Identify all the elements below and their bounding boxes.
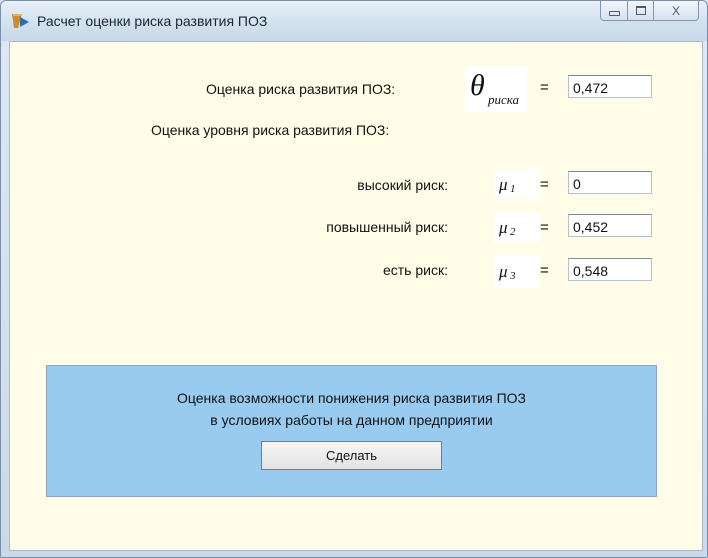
mu-subscript: 2 [510, 226, 516, 238]
maximize-button[interactable] [628, 1, 654, 21]
minimize-button[interactable] [600, 1, 628, 21]
theta-risk-symbol: θ риска [465, 66, 527, 112]
some-risk-label: есть риск: [382, 262, 448, 278]
level-heading: Оценка уровня риска развития ПОЗ: [151, 122, 390, 138]
mu3-symbol: μ 3 [494, 256, 540, 288]
equals-sign: = [540, 176, 549, 193]
panel-line-2: в условиях работы на данном предприятии [210, 412, 493, 428]
minimize-icon [608, 11, 620, 16]
maximize-icon [635, 6, 646, 15]
high-risk-value-field[interactable] [568, 171, 652, 194]
elevated-risk-value-field[interactable] [568, 214, 652, 237]
window-controls: X [600, 1, 699, 22]
mu-subscript: 3 [510, 270, 516, 282]
risk-reduction-panel: Оценка возможности понижения риска разви… [46, 365, 657, 497]
do-button[interactable]: Сделать [261, 441, 442, 470]
app-window: Расчет оценки риска развития ПОЗ X Оценк… [0, 0, 708, 558]
elevated-risk-label: повышенный риск: [326, 219, 448, 235]
mu2-symbol: μ 2 [494, 212, 540, 242]
theta-symbol: θ [470, 69, 485, 102]
mu-symbol: μ [499, 262, 508, 281]
equals-sign: = [540, 262, 549, 279]
risk-label: Оценка риска развития ПОЗ: [206, 81, 396, 97]
high-risk-label: высокий риск: [357, 177, 448, 193]
mu-symbol: μ [499, 175, 508, 194]
theta-subscript: риска [488, 92, 520, 107]
mu-symbol: μ [499, 218, 508, 237]
close-icon: X [671, 3, 680, 18]
panel-line-1: Оценка возможности понижения риска разви… [177, 390, 526, 406]
some-risk-value-field[interactable] [568, 258, 652, 281]
window-title: Расчет оценки риска развития ПОЗ [37, 13, 268, 29]
close-button[interactable]: X [654, 1, 699, 21]
risk-value-field[interactable] [568, 75, 652, 98]
app-icon [12, 14, 29, 28]
title-bar[interactable]: Расчет оценки риска развития ПОЗ X [1, 1, 707, 41]
equals-sign: = [540, 79, 549, 96]
client-area: Оценка риска развития ПОЗ: θ риска = Оце… [9, 41, 703, 551]
equals-sign: = [540, 219, 549, 236]
mu1-symbol: μ 1 [494, 169, 540, 199]
mu-subscript: 1 [510, 183, 516, 195]
